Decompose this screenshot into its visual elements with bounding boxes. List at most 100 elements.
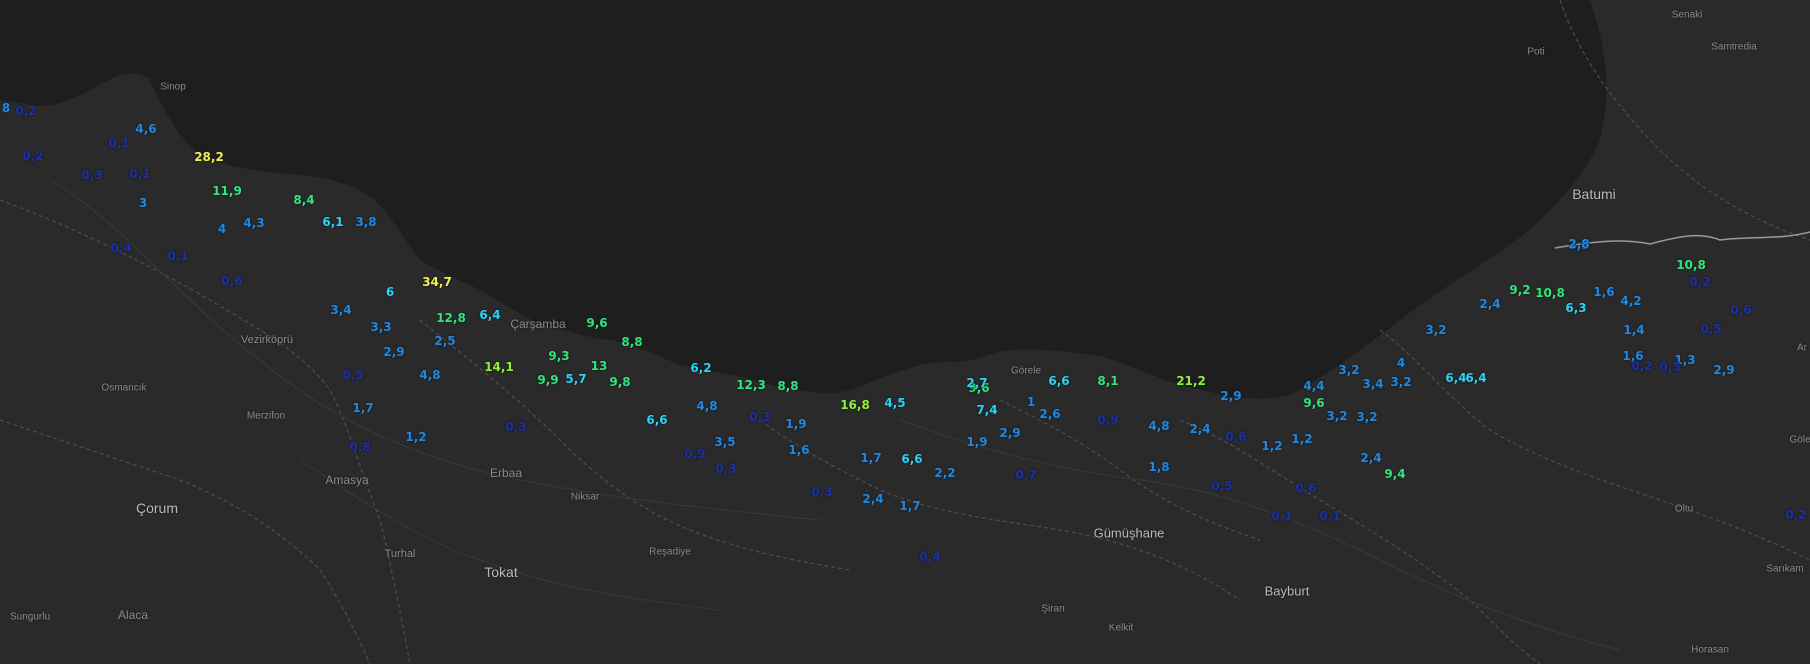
station-value[interactable]: 2,8 xyxy=(1568,237,1589,251)
station-value[interactable]: 0,3 xyxy=(505,420,526,434)
station-value[interactable]: 8 xyxy=(2,101,10,115)
station-value[interactable]: 0,3 xyxy=(811,485,832,499)
station-value[interactable]: 1,6 xyxy=(1593,285,1614,299)
station-value[interactable]: 0,4 xyxy=(110,241,131,255)
station-value[interactable]: 0,2 xyxy=(15,104,36,118)
station-value[interactable]: 0,2 xyxy=(1689,275,1710,289)
station-value[interactable]: 8,4 xyxy=(293,193,314,207)
station-value[interactable]: 1,2 xyxy=(405,430,426,444)
station-value[interactable]: 6,6 xyxy=(646,413,667,427)
station-value[interactable]: 0,6 xyxy=(1225,430,1246,444)
station-value[interactable]: 3,4 xyxy=(1362,377,1383,391)
rainfall-map[interactable]: Sinop Vezirköprü Osmancık Merzifon Amasya Çor… xyxy=(0,0,1810,664)
station-value[interactable]: 0,9 xyxy=(684,447,705,461)
station-value[interactable]: 0,2 xyxy=(22,149,43,163)
station-value[interactable]: 1,2 xyxy=(1261,439,1282,453)
station-value[interactable]: 2,7 xyxy=(966,376,987,390)
station-value[interactable]: 4,8 xyxy=(696,399,717,413)
station-value[interactable]: 2,4 xyxy=(1360,451,1381,465)
station-value[interactable]: 14,1 xyxy=(484,360,514,374)
station-value[interactable]: 2,2 xyxy=(934,466,955,480)
station-value[interactable]: 6,3 xyxy=(1565,301,1586,315)
station-value[interactable]: 0,4 xyxy=(919,550,940,564)
station-value[interactable]: 11,9 xyxy=(212,184,242,198)
station-value[interactable]: 1,7 xyxy=(899,499,920,513)
station-value[interactable]: 2,4 xyxy=(1189,422,1210,436)
station-value[interactable]: 0,3 xyxy=(81,168,102,182)
station-value[interactable]: 8,1 xyxy=(1097,374,1118,388)
station-value[interactable]: 3,8 xyxy=(355,215,376,229)
station-value[interactable]: 1,2 xyxy=(1291,432,1312,446)
station-value[interactable]: 0,2 xyxy=(1785,508,1806,522)
station-value[interactable]: 3,2 xyxy=(1326,409,1347,423)
station-value[interactable]: 4,2 xyxy=(1620,294,1641,308)
station-value[interactable]: 9,8 xyxy=(609,375,630,389)
station-value[interactable]: 0,5 xyxy=(1659,360,1680,374)
station-value[interactable]: 0,1 xyxy=(108,136,129,150)
station-value[interactable]: 16,8 xyxy=(840,398,870,412)
station-value[interactable]: 4,4 xyxy=(1303,379,1324,393)
station-value[interactable]: 0,3 xyxy=(715,462,736,476)
station-value[interactable]: 0,6 xyxy=(221,274,242,288)
station-value[interactable]: 0,1 xyxy=(167,249,188,263)
station-value[interactable]: 12,8 xyxy=(436,311,466,325)
station-value[interactable]: 0,1 xyxy=(1319,509,1340,523)
station-value[interactable]: 10,8 xyxy=(1676,258,1706,272)
station-value[interactable]: 8,8 xyxy=(777,379,798,393)
station-value[interactable]: 0,9 xyxy=(1097,413,1118,427)
station-value[interactable]: 2,6 xyxy=(1039,407,1060,421)
station-value[interactable]: 3 xyxy=(139,196,147,210)
station-value[interactable]: 0,3 xyxy=(749,410,770,424)
station-value[interactable]: 1,8 xyxy=(1148,460,1169,474)
station-value[interactable]: 0,5 xyxy=(1700,322,1721,336)
station-value[interactable]: 2,9 xyxy=(1713,363,1734,377)
station-value[interactable]: 4,6 xyxy=(135,122,156,136)
station-value[interactable]: 5,7 xyxy=(565,372,586,386)
station-value[interactable]: 12,3 xyxy=(736,378,766,392)
station-value[interactable]: 0,5 xyxy=(342,368,363,382)
station-value[interactable]: 10,8 xyxy=(1535,286,1565,300)
station-value[interactable]: 0,7 xyxy=(1015,468,1036,482)
station-value[interactable]: 2,9 xyxy=(383,345,404,359)
station-value[interactable]: 0,1 xyxy=(129,167,150,181)
station-value[interactable]: 2,4 xyxy=(862,492,883,506)
station-value[interactable]: 8,8 xyxy=(621,335,642,349)
station-value[interactable]: 7,4 xyxy=(976,403,997,417)
station-value[interactable]: 3,4 xyxy=(330,303,351,317)
station-value[interactable]: 28,2 xyxy=(194,150,224,164)
station-value[interactable]: 1,4 xyxy=(1623,323,1644,337)
station-value[interactable]: 9,3 xyxy=(548,349,569,363)
station-value[interactable]: 6,6 xyxy=(901,452,922,466)
station-value[interactable]: 2,4 xyxy=(1479,297,1500,311)
station-value[interactable]: 0,8 xyxy=(349,440,370,454)
station-value[interactable]: 6,1 xyxy=(322,215,343,229)
station-value[interactable]: 0,5 xyxy=(1211,479,1232,493)
station-value[interactable]: 1,7 xyxy=(860,451,881,465)
station-value[interactable]: 1,6 xyxy=(788,443,809,457)
station-value[interactable]: 4 xyxy=(1397,356,1405,370)
station-value[interactable]: 9,9 xyxy=(537,373,558,387)
station-value[interactable]: 3,2 xyxy=(1338,363,1359,377)
station-value[interactable]: 6,4 xyxy=(1465,371,1486,385)
station-value[interactable]: 6,2 xyxy=(690,361,711,375)
station-value[interactable]: 6,4 xyxy=(1445,371,1466,385)
station-value[interactable]: 4,8 xyxy=(1148,419,1169,433)
station-value[interactable]: 13 xyxy=(591,359,608,373)
station-value[interactable]: 2,9 xyxy=(1220,389,1241,403)
station-value[interactable]: 4,3 xyxy=(243,216,264,230)
station-value[interactable]: 0,1 xyxy=(1271,509,1292,523)
station-value[interactable]: 1 xyxy=(1027,395,1035,409)
station-value[interactable]: 0,6 xyxy=(1730,303,1751,317)
station-value[interactable]: 2,9 xyxy=(999,426,1020,440)
station-value[interactable]: 3,2 xyxy=(1425,323,1446,337)
station-value[interactable]: 6,6 xyxy=(1048,374,1069,388)
station-value[interactable]: 0,2 xyxy=(1631,359,1652,373)
station-value[interactable]: 1,9 xyxy=(966,435,987,449)
station-value[interactable]: 21,2 xyxy=(1176,374,1206,388)
station-value[interactable]: 3,2 xyxy=(1390,375,1411,389)
station-value[interactable]: 4 xyxy=(218,222,226,236)
station-value[interactable]: 2,5 xyxy=(434,334,455,348)
station-value[interactable]: 3,3 xyxy=(370,320,391,334)
station-value[interactable]: 9,4 xyxy=(1384,467,1405,481)
station-value[interactable]: 3,2 xyxy=(1356,410,1377,424)
